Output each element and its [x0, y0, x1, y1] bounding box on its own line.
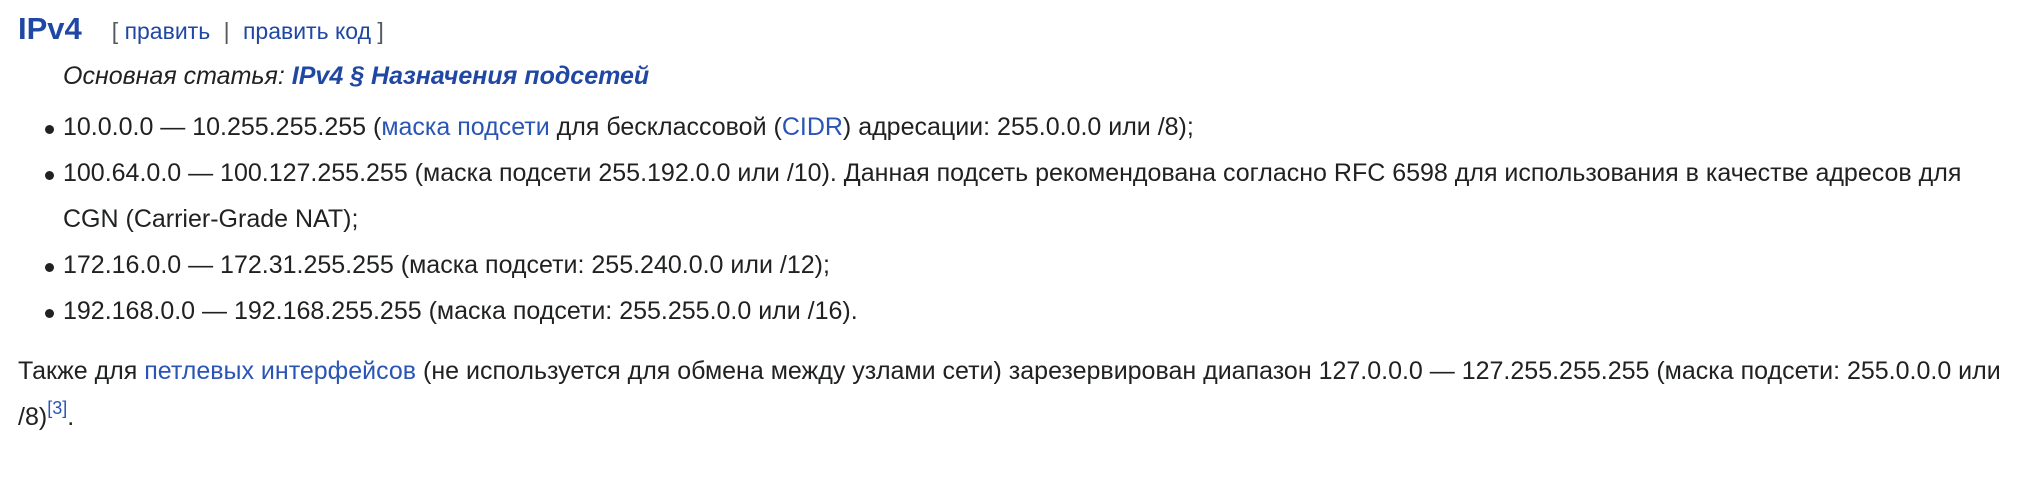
edit-link[interactable]: править [125, 18, 211, 44]
list-item: 192.168.0.0 — 192.168.255.255 (маска под… [18, 288, 2008, 334]
list-item: 172.16.0.0 — 172.31.255.255 (маска подсе… [18, 242, 2008, 288]
list-item-text: 192.168.0.0 — 192.168.255.255 (маска под… [63, 297, 858, 325]
main-article-hatnote: Основная статья: IPv4 § Назначения подсе… [63, 58, 2008, 94]
subnet-mask-link[interactable]: маска подсети [381, 113, 549, 141]
bullet-icon [45, 309, 54, 318]
edit-section-links: [ править | править код ] [112, 10, 384, 52]
hatnote-prefix: Основная статья: [63, 62, 292, 90]
reference-superscript: [3] [47, 398, 67, 418]
list-item-text: 10.0.0.0 — 10.255.255.255 ( [63, 113, 382, 141]
hatnote-main-article-link[interactable]: IPv4 § Назначения подсетей [292, 62, 649, 90]
list-item-text: для бесклассовой ( [549, 113, 782, 141]
paragraph-text: Также для [18, 357, 145, 385]
cidr-link[interactable]: CIDR [782, 113, 843, 141]
list-item-text: 100.64.0.0 — 100.127.255.255 (маска подс… [63, 159, 1962, 233]
bullet-icon [45, 171, 54, 180]
private-ranges-list: 10.0.0.0 — 10.255.255.255 (маска подсети… [18, 104, 2008, 334]
list-item-text: 172.16.0.0 — 172.31.255.255 (маска подсе… [63, 251, 830, 279]
bullet-icon [45, 263, 54, 272]
loopback-interfaces-link[interactable]: петлевых интерфейсов [144, 357, 416, 385]
edit-close-bracket: ] [377, 18, 384, 44]
section-title: IPv4 [18, 11, 82, 46]
edit-code-link[interactable]: править код [243, 18, 371, 44]
list-item-text: ) адресации: 255.0.0.0 или /8); [842, 113, 1194, 141]
section-heading-row: IPv4 [ править | править код ] [18, 8, 2008, 50]
paragraph-text: . [67, 403, 75, 431]
reference-3-link[interactable]: [3] [47, 398, 67, 418]
list-item: 100.64.0.0 — 100.127.255.255 (маска подс… [18, 150, 2008, 242]
edit-open-bracket: [ [111, 18, 119, 44]
edit-separator: | [223, 18, 230, 44]
bullet-icon [45, 125, 54, 134]
loopback-paragraph: Также для петлевых интерфейсов (не испол… [18, 348, 2008, 440]
article-section: IPv4 [ править | править код ] Основная … [18, 8, 2008, 440]
list-item: 10.0.0.0 — 10.255.255.255 (маска подсети… [18, 104, 2008, 150]
